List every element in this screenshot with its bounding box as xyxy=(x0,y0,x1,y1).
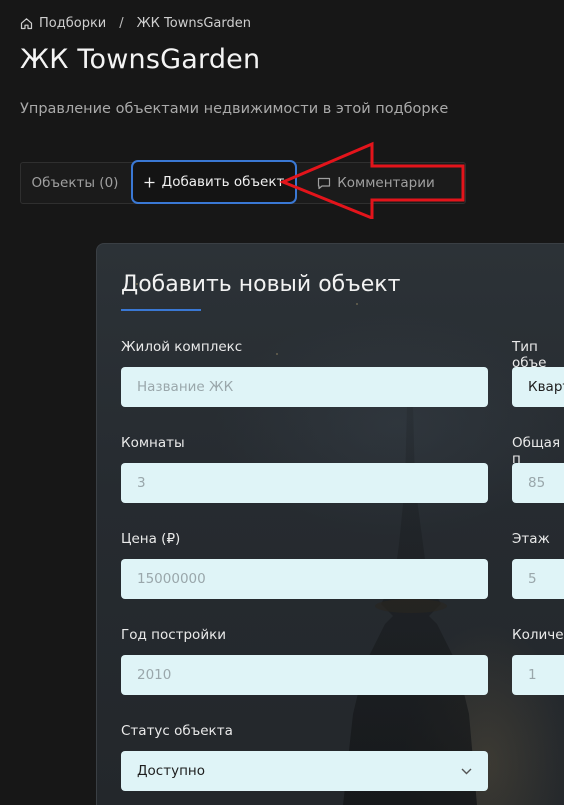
type-select-value: Кварт xyxy=(528,379,564,395)
page-title: ЖК TownsGarden xyxy=(20,44,261,75)
year-input[interactable] xyxy=(121,655,488,695)
annotation-arrow-icon xyxy=(280,141,465,219)
breadcrumb-separator: / xyxy=(119,15,124,31)
breadcrumb: Подборки / ЖК TownsGarden xyxy=(20,14,251,32)
home-icon[interactable] xyxy=(20,17,33,30)
floor-input[interactable] xyxy=(512,559,564,599)
year-label: Год постройки xyxy=(121,627,227,643)
price-label: Цена (₽) xyxy=(121,531,181,547)
type-select[interactable]: Кварт xyxy=(512,367,564,407)
count-input[interactable] xyxy=(512,655,564,695)
status-select-value: Доступно xyxy=(137,763,205,779)
tab-objects-label: Объекты (0) xyxy=(31,175,119,191)
tab-add-object-label: Добавить объект xyxy=(161,174,285,190)
price-input[interactable] xyxy=(121,559,488,599)
count-label: Количес xyxy=(512,627,564,643)
status-select[interactable]: Доступно xyxy=(121,751,488,791)
form-title: Добавить новый объект xyxy=(121,272,401,297)
tab-add-object[interactable]: Добавить объект xyxy=(131,160,297,204)
breadcrumb-root-link[interactable]: Подборки xyxy=(39,16,106,31)
complex-label: Жилой комплекс xyxy=(121,339,243,355)
chevron-down-icon xyxy=(461,763,472,779)
area-input[interactable] xyxy=(512,463,564,503)
background-image xyxy=(136,283,518,805)
status-label: Статус объекта xyxy=(121,723,233,739)
rooms-label: Комнаты xyxy=(121,435,185,451)
tab-objects[interactable]: Объекты (0) xyxy=(21,163,129,203)
add-object-panel: Добавить новый объект Жилой комплекс Тип… xyxy=(96,243,564,805)
form-title-accent xyxy=(121,309,201,311)
floor-label: Этаж xyxy=(512,531,550,547)
complex-input[interactable] xyxy=(121,367,488,407)
breadcrumb-current: ЖК TownsGarden xyxy=(136,15,251,31)
rooms-input[interactable] xyxy=(121,463,488,503)
plus-icon xyxy=(144,177,155,188)
page-subtitle: Управление объектами недвижимости в этой… xyxy=(20,101,449,117)
